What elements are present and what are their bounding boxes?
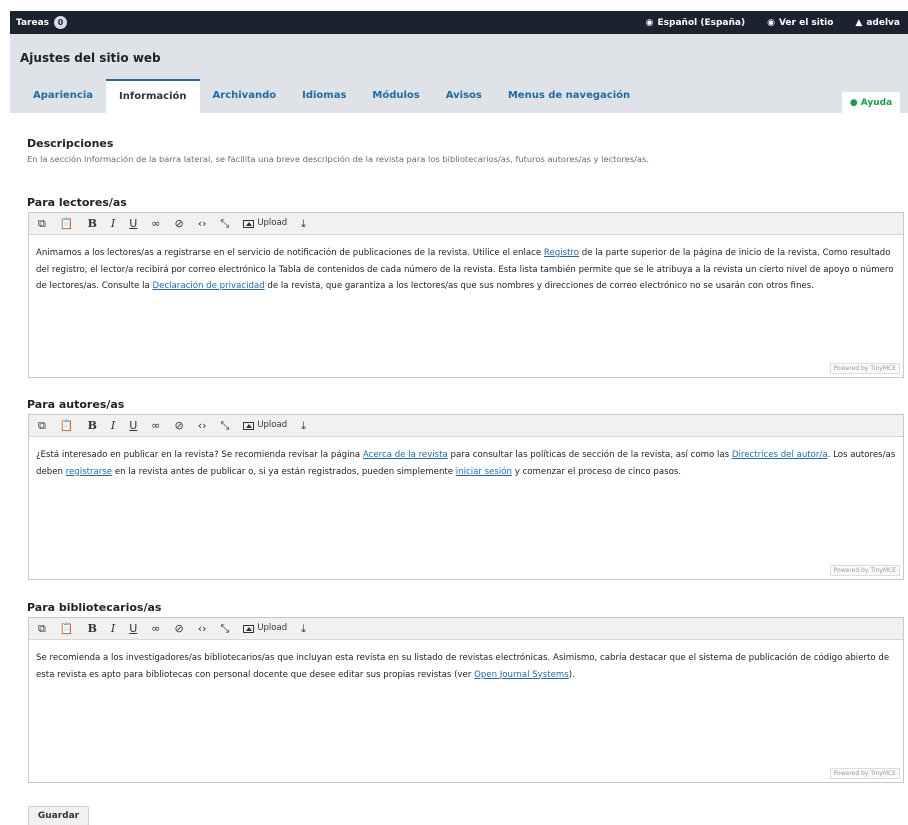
text-run: en la revista antes de publicar o, si ya… (112, 466, 456, 477)
readers-label: Para lectores/as (27, 196, 127, 209)
register-link[interactable]: registrarse (66, 467, 112, 477)
author-guidelines-link[interactable]: Directrices del autor/a (732, 450, 828, 460)
view-site-label: Ver el sitio (778, 17, 834, 28)
powered-by-label[interactable]: Powered by TinyMCE (829, 768, 900, 779)
italic-icon[interactable]: I (111, 623, 115, 634)
editor-toolbar: ⧉ 📋 B I U ∞ ⊘ ‹› ⤡ Upload ⤓ (29, 618, 903, 640)
descriptions-text: En la sección Información de la barra la… (27, 154, 649, 164)
underline-icon[interactable]: U (129, 420, 137, 431)
italic-icon[interactable]: I (111, 218, 115, 229)
librarians-editor[interactable]: ⧉ 📋 B I U ∞ ⊘ ‹› ⤡ Upload ⤓ Se recomiend… (28, 617, 904, 783)
tab-archivando[interactable]: Archivando (200, 79, 290, 113)
download-icon[interactable]: ⤓ (301, 420, 306, 431)
upload-icon (243, 624, 255, 633)
page-title: Ajustes del sitio web (20, 51, 161, 65)
code-icon[interactable]: ‹› (198, 623, 207, 634)
readers-content[interactable]: Animamos a los lectores/as a registrarse… (29, 235, 903, 295)
text-run: ). (568, 669, 575, 680)
text-run: Animamos a los lectores/as a registrarse… (36, 248, 544, 258)
globe-icon: ◉ (645, 17, 654, 28)
powered-by-label[interactable]: Powered by TinyMCE (829, 363, 900, 374)
tab-modulos[interactable]: Módulos (359, 79, 432, 113)
user-icon: ▲ (855, 17, 863, 28)
view-site-link[interactable]: ◉ Ver el sitio (767, 18, 833, 28)
register-link[interactable]: Registro (544, 248, 579, 258)
tab-apariencia[interactable]: Apariencia (20, 79, 106, 113)
tasks-label: Tareas (16, 17, 50, 28)
tasks-link[interactable]: Tareas 0 (10, 16, 68, 29)
unlink-icon[interactable]: ⊘ (174, 623, 183, 634)
fullscreen-icon[interactable]: ⤡ (221, 420, 230, 431)
text-run: ¿Está interesado en publicar en la revis… (36, 450, 363, 460)
top-navigation-bar: Tareas 0 ◉ Español (España) ◉ Ver el sit… (10, 11, 908, 34)
text-run: Se recomienda a los investigadores/as bi… (36, 653, 890, 680)
editor-toolbar: ⧉ 📋 B I U ∞ ⊘ ‹› ⤡ Upload ⤓ (29, 213, 903, 235)
underline-icon[interactable]: U (129, 218, 137, 229)
copy-icon[interactable]: ⧉ (38, 218, 46, 229)
login-link[interactable]: iniciar sesión (456, 467, 512, 477)
copy-icon[interactable]: ⧉ (38, 420, 46, 431)
copy-icon[interactable]: ⧉ (38, 623, 46, 634)
upload-label: Upload (257, 420, 288, 431)
user-menu[interactable]: ▲ adelva (855, 18, 900, 28)
upload-button[interactable]: Upload (243, 624, 287, 633)
user-name: adelva (866, 17, 900, 28)
tab-informacion[interactable]: Información (106, 79, 200, 113)
code-icon[interactable]: ‹› (198, 218, 207, 229)
save-button[interactable]: Guardar (28, 806, 89, 825)
text-run: y comenzar el proceso de cinco pasos. (512, 466, 682, 477)
paste-icon[interactable]: 📋 (60, 623, 74, 634)
page-header: Ajustes del sitio web Apariencia Informa… (10, 34, 908, 113)
link-icon[interactable]: ∞ (151, 623, 160, 634)
language-label: Español (España) (657, 17, 746, 28)
about-journal-link[interactable]: Acerca de la revista (363, 450, 448, 460)
settings-tabs: Apariencia Información Archivando Idioma… (20, 79, 643, 113)
eye-icon: ◉ (767, 17, 775, 28)
bold-icon[interactable]: B (88, 623, 97, 634)
paste-icon[interactable]: 📋 (60, 218, 74, 229)
authors-editor[interactable]: ⧉ 📋 B I U ∞ ⊘ ‹› ⤡ Upload ⤓ ¿Está intere… (28, 414, 904, 580)
unlink-icon[interactable]: ⊘ (174, 218, 183, 229)
language-selector[interactable]: ◉ Español (España) (646, 18, 745, 28)
tab-menus-navegacion[interactable]: Menus de navegación (495, 79, 643, 113)
help-button[interactable]: ● Ayuda (842, 92, 900, 113)
descriptions-heading: Descripciones (27, 137, 114, 150)
upload-icon (243, 219, 255, 228)
privacy-link[interactable]: Declaración de privacidad (153, 281, 265, 291)
fullscreen-icon[interactable]: ⤡ (221, 623, 230, 634)
ojs-link[interactable]: Open Journal Systems (474, 670, 569, 680)
tab-avisos[interactable]: Avisos (433, 79, 495, 113)
text-run: para consultar las políticas de sección … (447, 450, 732, 460)
tasks-count-badge: 0 (54, 16, 68, 29)
link-icon[interactable]: ∞ (151, 218, 160, 229)
upload-label: Upload (257, 623, 288, 634)
librarians-content[interactable]: Se recomienda a los investigadores/as bi… (29, 640, 903, 683)
link-icon[interactable]: ∞ (151, 420, 160, 431)
help-label: Ayuda (860, 97, 893, 108)
upload-icon (243, 421, 255, 430)
librarians-label: Para bibliotecarios/as (27, 601, 162, 614)
underline-icon[interactable]: U (129, 623, 137, 634)
upload-label: Upload (257, 218, 288, 229)
upload-button[interactable]: Upload (243, 219, 287, 228)
readers-editor[interactable]: ⧉ 📋 B I U ∞ ⊘ ‹› ⤡ Upload ⤓ Animamos a l… (28, 212, 904, 378)
unlink-icon[interactable]: ⊘ (174, 420, 183, 431)
bold-icon[interactable]: B (88, 420, 97, 431)
authors-content[interactable]: ¿Está interesado en publicar en la revis… (29, 437, 903, 480)
bold-icon[interactable]: B (88, 218, 97, 229)
fullscreen-icon[interactable]: ⤡ (221, 218, 230, 229)
italic-icon[interactable]: I (111, 420, 115, 431)
help-icon: ● (849, 97, 858, 108)
text-run: de la revista, que garantiza a los lecto… (264, 281, 814, 291)
authors-label: Para autores/as (27, 398, 125, 411)
download-icon[interactable]: ⤓ (301, 218, 306, 229)
tab-idiomas[interactable]: Idiomas (289, 79, 359, 113)
code-icon[interactable]: ‹› (198, 420, 207, 431)
upload-button[interactable]: Upload (243, 421, 287, 430)
download-icon[interactable]: ⤓ (301, 623, 306, 634)
paste-icon[interactable]: 📋 (60, 420, 74, 431)
powered-by-label[interactable]: Powered by TinyMCE (829, 565, 900, 576)
editor-toolbar: ⧉ 📋 B I U ∞ ⊘ ‹› ⤡ Upload ⤓ (29, 415, 903, 437)
